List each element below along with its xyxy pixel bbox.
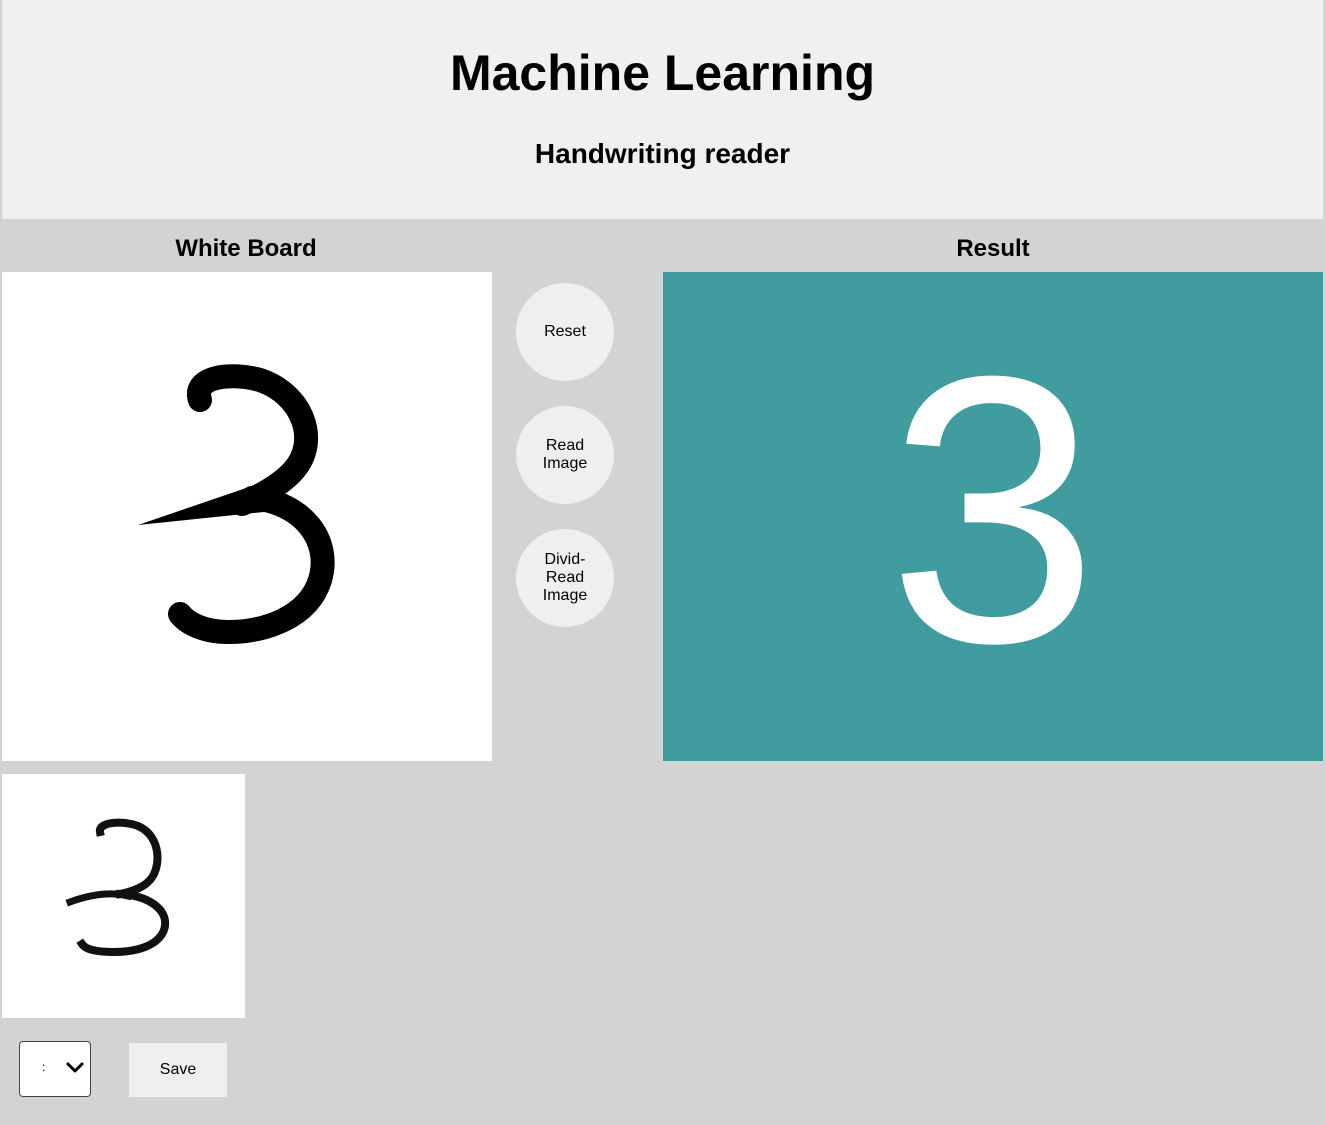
result-digit: 3 — [887, 297, 1099, 722]
label-select-value: : — [42, 1060, 46, 1074]
reset-button[interactable]: Reset — [516, 283, 614, 381]
label-select[interactable]: : — [19, 1041, 91, 1097]
whiteboard-label: White Board — [175, 235, 317, 262]
result-panel: 3 — [663, 272, 1323, 761]
page-subtitle: Handwriting reader — [534, 138, 791, 169]
pixelated-three-preview — [65, 818, 170, 957]
whiteboard-canvas[interactable] — [2, 272, 492, 761]
chevron-down-icon — [66, 1062, 84, 1073]
page-title: Machine Learning — [449, 45, 876, 101]
result-label: Result — [956, 235, 1030, 262]
app-header: Machine Learning Handwriting reader — [2, 0, 1323, 219]
read-image-button[interactable]: Read Image — [516, 406, 614, 504]
preview-image — [2, 774, 245, 1018]
save-button[interactable]: Save — [129, 1043, 227, 1097]
handwritten-three-drawing — [138, 364, 335, 644]
app-page: Machine Learning Handwriting reader Whit… — [0, 0, 1325, 1125]
divid-read-image-button[interactable]: Divid- Read Image — [516, 529, 614, 627]
